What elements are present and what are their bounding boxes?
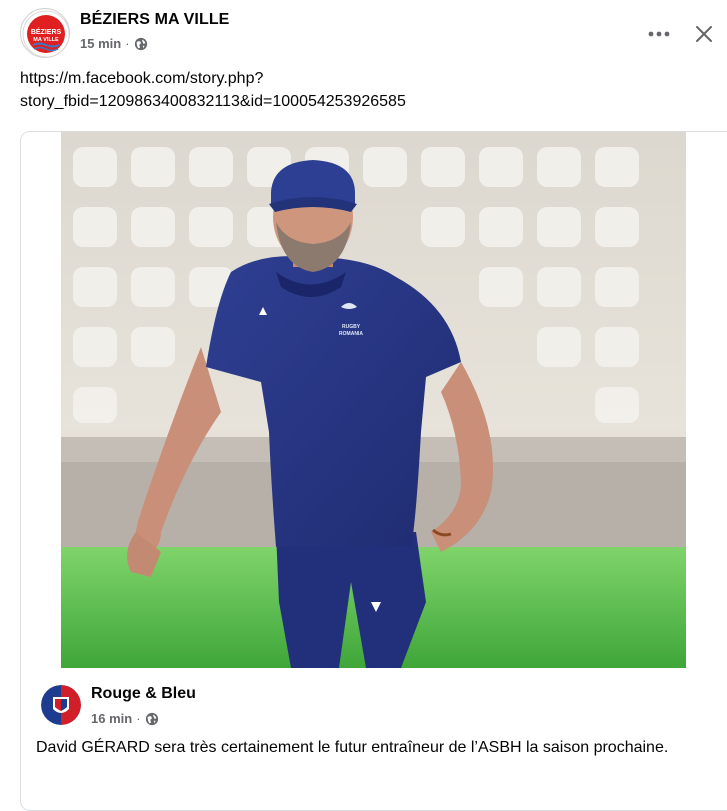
shared-post-time[interactable]: 16 min: [91, 711, 132, 726]
post-author[interactable]: BÉZIERS MA VILLE: [80, 11, 229, 29]
meta-separator: ·: [125, 36, 130, 51]
avatar-label-bottom: MA VILLE: [33, 37, 59, 43]
shared-meta-separator: ·: [136, 711, 141, 726]
beziers-logo-icon: BÉZIERS MA VILLE: [22, 10, 69, 57]
coach-photo: RUGBY ROMANIA: [61, 132, 686, 668]
post-header: BÉZIERS MA VILLE BÉZIERS MA VILLE 15 min…: [20, 8, 720, 60]
shared-post-text: David GÉRARD sera très certainement le f…: [36, 739, 669, 756]
shared-post-meta: 16 min ·: [91, 711, 159, 726]
shared-post-header: Rouge & Bleu 16 min ·: [41, 685, 721, 733]
more-options-button[interactable]: [645, 20, 673, 48]
post-url-line2[interactable]: story_fbid=1209863400832113&id=100054253…: [20, 90, 700, 113]
rouge-bleu-logo-icon: [41, 685, 81, 725]
post-url-line1[interactable]: https://m.facebook.com/story.php?: [20, 67, 700, 90]
post-meta: 15 min ·: [80, 36, 148, 51]
post-time[interactable]: 15 min: [80, 36, 121, 51]
more-horizontal-icon: [648, 31, 670, 37]
close-button[interactable]: [690, 20, 718, 48]
avatar-label-top: BÉZIERS: [31, 27, 62, 36]
globe-icon: [134, 37, 147, 50]
page-avatar[interactable]: BÉZIERS MA VILLE: [20, 8, 70, 58]
post-text: https://m.facebook.com/story.php? story_…: [20, 67, 700, 113]
shared-post-card[interactable]: RUGBY ROMANIA Rouge & Bleu 16 min · Davi…: [20, 131, 727, 811]
shared-post-author[interactable]: Rouge & Bleu: [91, 685, 196, 703]
shirt-logo-line1: RUGBY: [342, 324, 361, 330]
shirt-logo-line2: ROMANIA: [339, 331, 363, 337]
globe-icon: [145, 712, 158, 725]
shared-photo[interactable]: RUGBY ROMANIA: [21, 132, 727, 668]
shared-page-avatar[interactable]: [41, 685, 81, 725]
close-icon: [696, 26, 712, 42]
